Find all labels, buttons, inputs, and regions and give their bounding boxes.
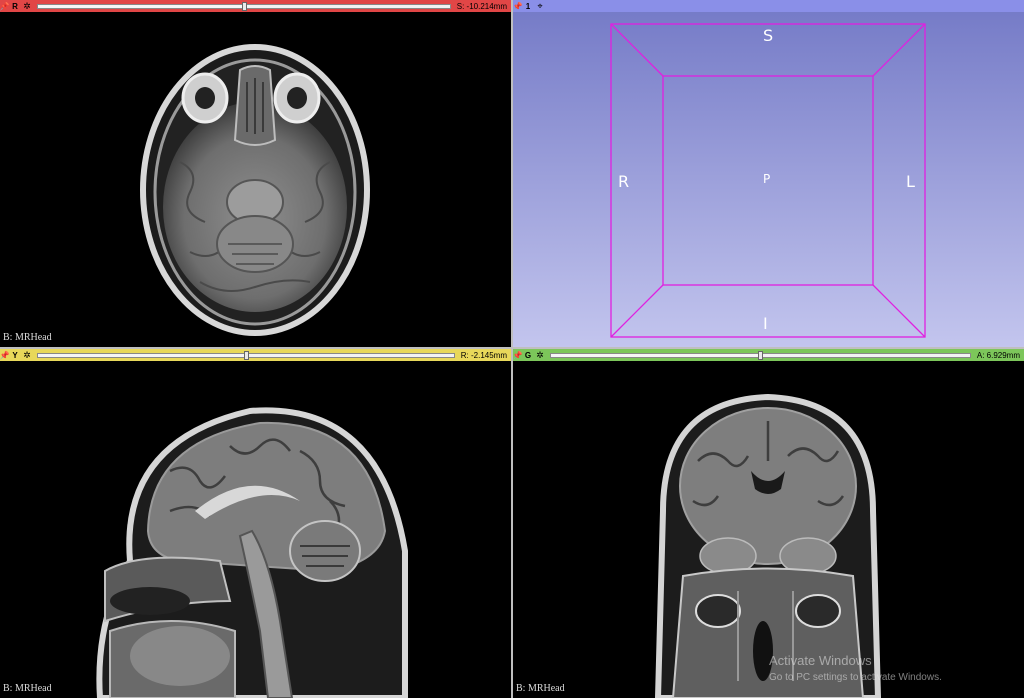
green-offset-readout: A: 6.929mm (976, 350, 1020, 360)
three-d-view-label: 1 (525, 1, 531, 11)
activate-windows-title: Activate Windows (769, 653, 872, 668)
yellow-view-label: Y (12, 350, 18, 360)
red-slice-view[interactable]: 📌 R ✲ S: -10.214mm B: MRHead (0, 0, 511, 347)
three-d-canvas[interactable]: S I R L P (513, 12, 1024, 347)
pin-icon[interactable]: 📌 (0, 349, 9, 361)
green-volume-label: B: MRHead (516, 683, 565, 694)
three-d-controller-bar: 📌 1 ⌖ (513, 0, 1024, 12)
coronal-mri-image (654, 393, 882, 698)
eye-icon[interactable]: ⌖ (534, 0, 546, 12)
green-slice-controller-bar: 📌 G ✲ A: 6.929mm (513, 349, 1024, 361)
orientation-left-label: R (618, 172, 630, 191)
red-slice-controller-bar: 📌 R ✲ S: -10.214mm (0, 0, 511, 12)
axial-mri-image (140, 44, 370, 336)
red-slider-thumb[interactable] (241, 1, 247, 11)
vertical-divider (511, 0, 513, 698)
gear-icon[interactable]: ✲ (21, 0, 33, 12)
orientation-top-label: S (763, 26, 774, 45)
red-slice-offset-slider[interactable] (37, 1, 451, 11)
yellow-offset-readout: R: -2.145mm (460, 350, 507, 360)
horizontal-divider (0, 347, 1024, 349)
yellow-slice-view[interactable]: 📌 Y ✲ R: -2.145mm B: MRHead (0, 349, 511, 698)
red-volume-label: B: MRHead (3, 332, 52, 343)
yellow-volume-label: B: MRHead (3, 683, 52, 694)
red-view-label: R (12, 1, 18, 11)
gear-icon[interactable]: ✲ (534, 349, 546, 361)
red-slice-canvas[interactable]: B: MRHead (0, 12, 511, 347)
pin-icon[interactable]: 📌 (0, 0, 9, 12)
green-slider-thumb[interactable] (758, 350, 764, 360)
red-offset-readout: S: -10.214mm (456, 1, 507, 11)
green-slice-canvas[interactable]: B: MRHead Activate Windows Go to PC sett… (513, 361, 1024, 698)
green-view-label: G (524, 350, 532, 360)
three-d-view[interactable]: 📌 1 ⌖ S I R L P (513, 0, 1024, 347)
orientation-bottom-label: I (763, 314, 768, 333)
yellow-slice-canvas[interactable]: B: MRHead (0, 361, 511, 698)
pin-icon[interactable]: 📌 (513, 349, 522, 361)
yellow-slice-offset-slider[interactable] (37, 350, 455, 360)
sagittal-mri-image (96, 407, 408, 698)
activate-windows-subtitle: Go to PC settings to activate Windows. (769, 672, 942, 683)
orientation-right-label: L (906, 172, 915, 191)
orientation-center-label: P (763, 172, 771, 186)
pin-icon[interactable]: 📌 (513, 0, 522, 12)
gear-icon[interactable]: ✲ (21, 349, 33, 361)
green-slice-offset-slider[interactable] (550, 350, 971, 360)
green-slice-view[interactable]: 📌 G ✲ A: 6.929mm B: MRHead Activate Wind… (513, 349, 1024, 698)
yellow-slider-thumb[interactable] (243, 350, 249, 360)
yellow-slice-controller-bar: 📌 Y ✲ R: -2.145mm (0, 349, 511, 361)
